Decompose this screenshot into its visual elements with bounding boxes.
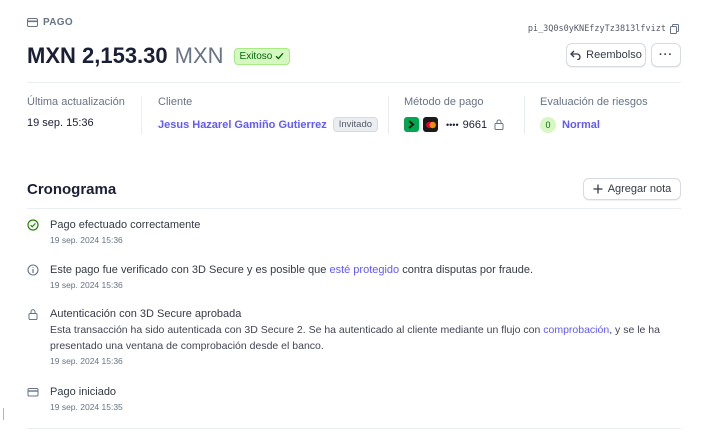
meta-payment-method: Método de pago •••• 9661 (404, 96, 504, 132)
check-icon (275, 52, 284, 60)
event-time: 19 sep. 2024 15:35 (50, 402, 123, 412)
event-description: Esta transacción ha sido autenticada con… (50, 322, 680, 354)
event-title-post: contra disputas por fraude. (399, 264, 534, 276)
scrollbar-marker (3, 408, 4, 420)
payment-id-text[interactable]: pi_3Q0s0yKNEfzyTz3813lfvizt (528, 24, 666, 34)
timeline-event: Pago efectuado correctamente 19 sep. 202… (27, 217, 681, 245)
risk-label: Evaluación de riesgos (540, 96, 648, 108)
mastercard-icon (423, 117, 438, 132)
event-time: 19 sep. 2024 15:36 (50, 280, 123, 290)
status-badge: Exitoso (233, 47, 291, 65)
payment-amount: MXN 2,153.30 (27, 43, 168, 68)
info-circle-icon (27, 264, 39, 276)
challenge-link[interactable]: comprobación (543, 324, 609, 336)
event-title: Pago efectuado correctamente (50, 219, 201, 231)
card-dots: •••• (446, 119, 459, 130)
event-title: Pago iniciado (50, 386, 117, 398)
refund-button-label[interactable]: Reembolso (586, 49, 642, 61)
meta-separator (388, 96, 389, 134)
timeline-event: Pago iniciado 19 sep. 2024 15:35 (27, 384, 681, 412)
add-note-button[interactable]: Agregar nota (583, 178, 681, 200)
copy-icon[interactable] (670, 24, 679, 34)
more-button[interactable]: ··· (651, 43, 681, 67)
payment-currency: MXN (174, 43, 224, 68)
card-outline-icon (27, 388, 39, 397)
meta-separator (141, 96, 142, 134)
event-desc-pre: Esta transacción ha sido autenticada con… (50, 324, 544, 336)
check-circle-icon (27, 219, 39, 231)
bottom-divider (27, 428, 681, 429)
guest-badge: Invitado (332, 117, 379, 132)
lock-icon (28, 309, 38, 320)
meta-customer: Cliente Jesus Hazarel Gamiño Gutierrez I… (158, 96, 379, 132)
meta-risk: Evaluación de riesgos 0 Normal (540, 96, 648, 133)
meta-separator (524, 96, 525, 134)
more-button-label[interactable]: ··· (659, 49, 673, 61)
refund-arrow-icon (570, 50, 581, 60)
add-note-label[interactable]: Agregar nota (608, 183, 672, 195)
header-divider (27, 82, 681, 83)
plus-icon (593, 184, 603, 194)
meta-updated: Última actualización 19 sep. 15:36 (27, 96, 125, 129)
risk-score: 0 (540, 117, 556, 133)
lock-icon (494, 119, 504, 130)
timeline-title: Cronograma (27, 181, 117, 198)
amount-row: MXN 2,153.30 MXN Exitoso (27, 43, 291, 69)
protected-link[interactable]: esté protegido (329, 264, 399, 276)
card-icon (27, 18, 38, 27)
event-title-pre: Este pago fue verificado con 3D Secure y… (50, 264, 330, 276)
updated-label: Última actualización (27, 96, 125, 108)
payment-id[interactable]: pi_3Q0s0yKNEfzyTz3813lfvizt (528, 24, 679, 34)
timeline-divider (27, 208, 681, 209)
card-last4: 9661 (462, 118, 488, 131)
method-label: Método de pago (404, 96, 484, 108)
event-title: Autenticación con 3D Secure aprobada (50, 308, 242, 320)
link-icon (404, 117, 419, 132)
customer-link[interactable]: Jesus Hazarel Gamiño Gutierrez (158, 119, 327, 131)
refund-button[interactable]: Reembolso (566, 43, 646, 67)
customer-label: Cliente (158, 96, 193, 108)
event-time: 19 sep. 2024 15:36 (50, 235, 123, 245)
page-type-label: PAGO (27, 17, 73, 28)
event-title: Este pago fue verificado con 3D Secure y… (50, 262, 681, 278)
status-badge-text: Exitoso (239, 50, 273, 62)
risk-value-link[interactable]: Normal (562, 119, 600, 131)
timeline-event: Autenticación con 3D Secure aprobada Est… (27, 306, 681, 366)
updated-value: 19 sep. 15:36 (27, 117, 94, 129)
timeline-event: Este pago fue verificado con 3D Secure y… (27, 262, 681, 290)
page-type-text: PAGO (43, 17, 73, 28)
event-time: 19 sep. 2024 15:36 (50, 356, 123, 366)
